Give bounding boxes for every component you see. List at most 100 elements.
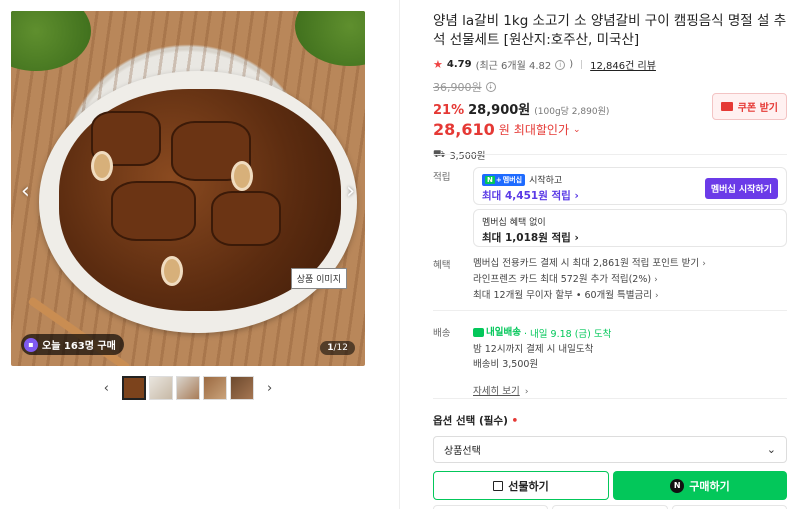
delivery-cutoff: 밤 12시까지 결제 시 내일도착 xyxy=(473,344,594,355)
bone-slice xyxy=(91,151,113,181)
chevron-right-icon: › xyxy=(524,387,529,397)
coupon-icon xyxy=(720,102,733,111)
discount-percent: 21% xyxy=(433,103,465,118)
membership-point-text: 최대 4,451원 적립 xyxy=(482,190,571,202)
thumb-next-arrow[interactable]: › xyxy=(257,381,282,396)
thumb-prev-arrow[interactable]: ‹ xyxy=(94,381,119,396)
option-title-text: 옵션 선택 (필수) xyxy=(433,415,508,427)
delivery-eta-line: 내일배송 · 내일 9.18 (금) 도착 xyxy=(473,325,787,342)
gift-icon xyxy=(493,480,504,491)
benefits-section: 혜택 멤버십 전용카드 결제 시 최대 2,861원 적립 포인트 받기 › 라… xyxy=(433,257,787,307)
option-select-value: 상품선택 xyxy=(444,446,481,457)
thumbnail[interactable] xyxy=(149,376,173,400)
coupon-label: 쿠폰 받기 xyxy=(737,103,778,114)
gift-button[interactable]: 선물하기 xyxy=(433,471,609,500)
option-title: 옵션 선택 (필수) • xyxy=(433,413,787,428)
purchase-count-badge: ▪ 오늘 163명 구매 xyxy=(21,334,124,355)
rating-recent: (최근 6개월 4.82 xyxy=(475,61,552,72)
secondary-button[interactable] xyxy=(552,505,668,509)
points-body: N + 멤버십 시작하고 최대 4,451원 적립 › 멤버십 시작하기 멤버십 혜… xyxy=(473,167,787,247)
max-discount-label: 최대할인가 xyxy=(513,123,569,137)
image-counter: 1/12 xyxy=(320,341,355,355)
option-section: 옵션 선택 (필수) • 상품선택 ⌄ xyxy=(433,413,787,463)
max-discount-unit: 원 xyxy=(498,123,510,137)
original-price: 36,900원 xyxy=(433,81,482,94)
thumbnail-strip: ‹ › xyxy=(11,376,365,400)
image-counter-total: /12 xyxy=(333,343,348,353)
nonmember-point-amount[interactable]: 최대 1,018원 적립 › xyxy=(482,230,778,245)
delivery-fee: 배송비 3,500원 xyxy=(473,359,539,370)
required-mark: • xyxy=(511,415,519,427)
divider xyxy=(433,154,787,155)
product-info: 양념 la갈비 1kg 소고기 소 양념갈비 구이 캠핑음식 명절 설 추석 선… xyxy=(433,12,787,162)
meat-piece xyxy=(111,181,196,241)
purchase-count-text: 오늘 163명 구매 xyxy=(42,341,116,352)
chevron-down-icon: ⌄ xyxy=(766,443,776,456)
thumbnail[interactable] xyxy=(203,376,227,400)
sale-price: 28,900원 xyxy=(468,103,531,118)
truck-icon xyxy=(473,328,484,337)
membership-start-text: 시작하고 xyxy=(529,176,563,186)
chevron-right-icon: › xyxy=(655,291,659,301)
thumbnail[interactable] xyxy=(122,376,146,400)
price-info-icon[interactable]: i xyxy=(485,82,496,92)
naver-pay-icon: N xyxy=(670,478,685,493)
bag-icon: ▪ xyxy=(24,337,38,352)
info-icon[interactable]: i xyxy=(555,59,566,70)
benefit-text: 라인프렌즈 카드 최대 572원 추가 적립(2%) xyxy=(473,274,652,285)
bone-slice xyxy=(161,256,183,286)
delivery-details-link[interactable]: 자세히 보기 xyxy=(473,386,520,397)
shipping-fee: 3,500원 xyxy=(449,151,486,162)
delivery-label: 배송 xyxy=(433,328,451,339)
points-section: 적립 N + 멤버십 시작하고 최대 4,451원 적립 › 멤버십 시작하기 멤버… xyxy=(433,167,787,249)
delivery-body: 내일배송 · 내일 9.18 (금) 도착 밤 12시까지 결제 시 내일도착 … xyxy=(473,325,787,398)
nonmember-point-text: 최대 1,018원 적립 xyxy=(482,232,571,244)
max-discount-row[interactable]: 28,610 원 최대할인가 ⌄ xyxy=(433,120,787,139)
thumbnail[interactable] xyxy=(176,376,200,400)
main-product-image[interactable]: ‹ › 상품 이미지 ▪ 오늘 163명 구매 1/12 xyxy=(11,11,365,366)
tomorrow-delivery-label: 내일배송 xyxy=(486,327,521,338)
image-label: 상품 이미지 xyxy=(290,268,347,289)
bone-slice xyxy=(231,161,253,191)
divider xyxy=(433,398,787,399)
delivery-eta: · 내일 9.18 (금) 도착 xyxy=(524,329,612,340)
rating-recent-close: ) xyxy=(569,59,574,70)
separator xyxy=(581,60,583,69)
tomorrow-delivery-badge: 내일배송 xyxy=(473,325,521,340)
secondary-buttons-row xyxy=(433,505,787,509)
rating-score: 4.79 xyxy=(446,59,472,70)
npay-membership-icon: N + 멤버십 xyxy=(482,173,526,186)
chevron-down-icon: ⌄ xyxy=(573,124,581,135)
chevron-right-icon: › xyxy=(654,275,658,285)
buy-button[interactable]: N 구매하기 xyxy=(613,471,787,500)
meat-piece xyxy=(211,191,281,246)
truck-icon: ⛟ xyxy=(433,148,446,160)
delivery-more-row: 자세히 보기 › xyxy=(473,379,787,398)
start-membership-button[interactable]: 멤버십 시작하기 xyxy=(704,178,778,199)
benefit-item[interactable]: 최대 12개월 무이자 할부 • 60개월 특별금리 › xyxy=(473,288,787,304)
membership-point-box: N + 멤버십 시작하고 최대 4,451원 적립 › 멤버십 시작하기 xyxy=(473,167,787,205)
thumbnail[interactable] xyxy=(230,376,254,400)
gift-button-label: 선물하기 xyxy=(508,479,549,493)
max-discount-price: 28,610 xyxy=(433,120,495,139)
product-gallery: ‹ › 상품 이미지 ▪ 오늘 163명 구매 1/12 ‹ › xyxy=(11,11,365,400)
secondary-button[interactable] xyxy=(671,505,787,509)
benefit-text: 최대 12개월 무이자 할부 • 60개월 특별금리 xyxy=(473,290,652,301)
nonmember-label: 멤버십 혜택 없이 xyxy=(482,218,546,228)
benefits-list: 멤버십 전용카드 결제 시 최대 2,861원 적립 포인트 받기 › 라인프렌… xyxy=(473,256,787,304)
image-prev-arrow[interactable]: ‹ xyxy=(21,179,30,204)
benefit-item[interactable]: 멤버십 전용카드 결제 시 최대 2,861원 적립 포인트 받기 › xyxy=(473,256,787,272)
rating-row: ★ 4.79 (최근 6개월 4.82 i ) 12,846건 리뷰 xyxy=(433,57,787,72)
divider xyxy=(433,310,787,311)
review-count-link[interactable]: 12,846건 리뷰 xyxy=(590,57,656,72)
benefit-item[interactable]: 라인프렌즈 카드 최대 572원 추가 적립(2%) › xyxy=(473,272,787,288)
chevron-right-icon: › xyxy=(702,259,706,269)
buy-button-label: 구매하기 xyxy=(689,479,730,493)
npay-badge-label: 멤버십 xyxy=(502,175,523,184)
benefit-text: 멤버십 전용카드 결제 시 최대 2,861원 적립 포인트 받기 xyxy=(473,258,700,269)
product-title: 양념 la갈비 1kg 소고기 소 양념갈비 구이 캠핑음식 명절 설 추석 선… xyxy=(433,13,787,48)
secondary-button[interactable] xyxy=(433,505,549,509)
coupon-button[interactable]: 쿠폰 받기 xyxy=(711,93,787,120)
image-next-arrow[interactable]: › xyxy=(346,179,355,204)
option-select[interactable]: 상품선택 ⌄ xyxy=(433,436,787,463)
